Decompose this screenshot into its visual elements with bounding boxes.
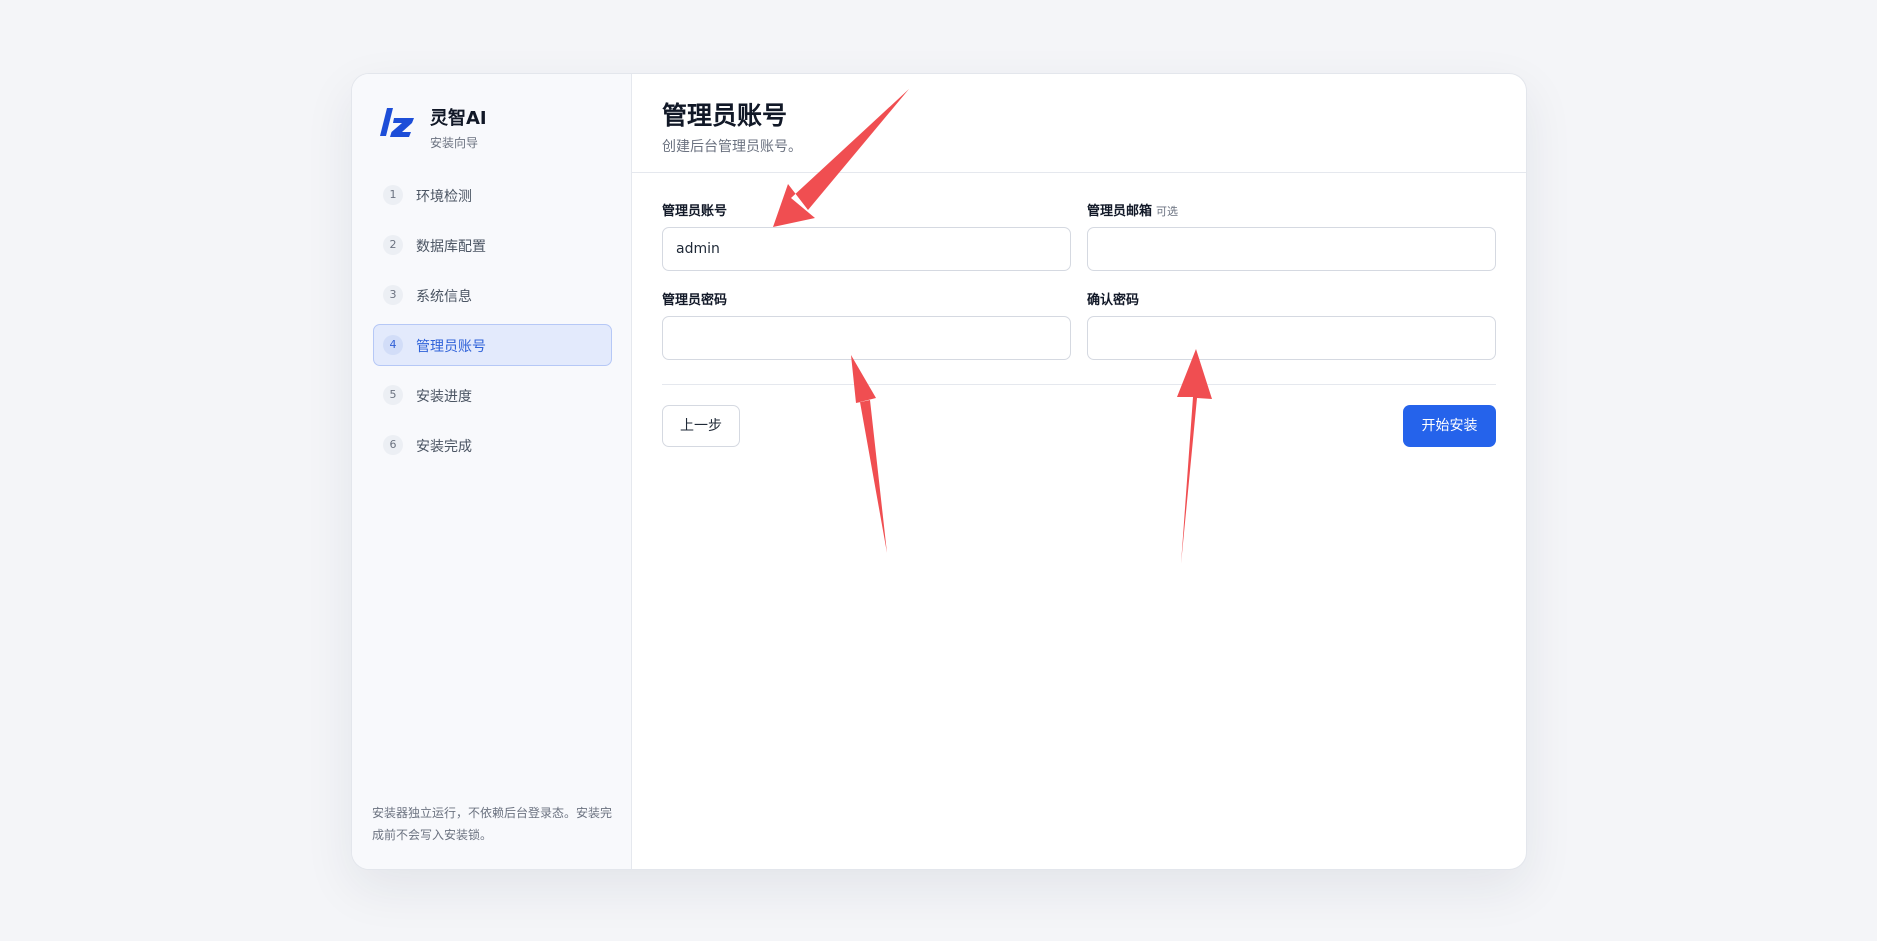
email-label-text: 管理员邮箱: [1087, 204, 1153, 219]
form-divider: [662, 384, 1496, 385]
password-input[interactable]: [662, 316, 1071, 360]
step-list: 1 环境检测 2 数据库配置 3 系统信息 4 管理员账号 5 安装进度 6 安…: [373, 174, 612, 474]
step-number: 5: [383, 385, 403, 405]
step-number: 4: [383, 335, 403, 355]
password-label: 管理员密码: [662, 289, 727, 308]
start-install-button[interactable]: 开始安装: [1403, 405, 1496, 447]
sidebar: 灵智AI 安装向导 1 环境检测 2 数据库配置 3 系统信息 4 管理员账号 …: [352, 74, 632, 869]
email-input[interactable]: [1087, 227, 1496, 271]
step-label: 管理员账号: [416, 339, 486, 355]
installer-window: 灵智AI 安装向导 1 环境检测 2 数据库配置 3 系统信息 4 管理员账号 …: [351, 73, 1527, 870]
username-input[interactable]: [662, 227, 1071, 271]
username-label-text: 管理员账号: [662, 204, 728, 219]
brand-subtitle: 安装向导: [430, 136, 479, 150]
password-label-text: 管理员密码: [662, 293, 728, 308]
page-subtitle: 创建后台管理员账号。: [662, 139, 802, 155]
step-label: 安装完成: [416, 439, 472, 455]
main-panel: 管理员账号 创建后台管理员账号。 管理员账号 管理员邮箱可选 管理员密码 确认密…: [632, 74, 1526, 869]
step-item-database-config[interactable]: 2 数据库配置: [373, 224, 612, 266]
confirm-password-input[interactable]: [1087, 316, 1496, 360]
page-header: 管理员账号 创建后台管理员账号。: [632, 74, 1526, 173]
step-label: 数据库配置: [416, 239, 486, 255]
page-title: 管理员账号: [662, 101, 788, 130]
step-number: 3: [383, 285, 403, 305]
step-item-install-progress[interactable]: 5 安装进度: [373, 374, 612, 416]
step-item-install-complete[interactable]: 6 安装完成: [373, 424, 612, 466]
step-label: 环境检测: [416, 189, 472, 205]
brand-name: 灵智AI: [430, 108, 487, 129]
confirm-password-label-text: 确认密码: [1087, 293, 1140, 308]
step-label: 安装进度: [416, 389, 472, 405]
step-number: 6: [383, 435, 403, 455]
step-number: 2: [383, 235, 403, 255]
lz-logo-icon: [380, 108, 414, 137]
step-number: 1: [383, 185, 403, 205]
step-item-system-info[interactable]: 3 系统信息: [373, 274, 612, 316]
email-label: 管理员邮箱 可选: [1087, 200, 1178, 219]
step-item-admin-account[interactable]: 4 管理员账号: [373, 324, 612, 366]
optional-tag: 可选: [1156, 205, 1179, 218]
step-label: 系统信息: [416, 289, 472, 305]
username-label: 管理员账号: [662, 200, 727, 219]
sidebar-note: 安装器独立运行，不依赖后台登录态。安装完成前不会写入安装锁。: [372, 806, 613, 842]
step-item-environment-check[interactable]: 1 环境检测: [373, 174, 612, 216]
previous-step-button[interactable]: 上一步: [662, 405, 740, 447]
confirm-password-label: 确认密码: [1087, 289, 1139, 308]
